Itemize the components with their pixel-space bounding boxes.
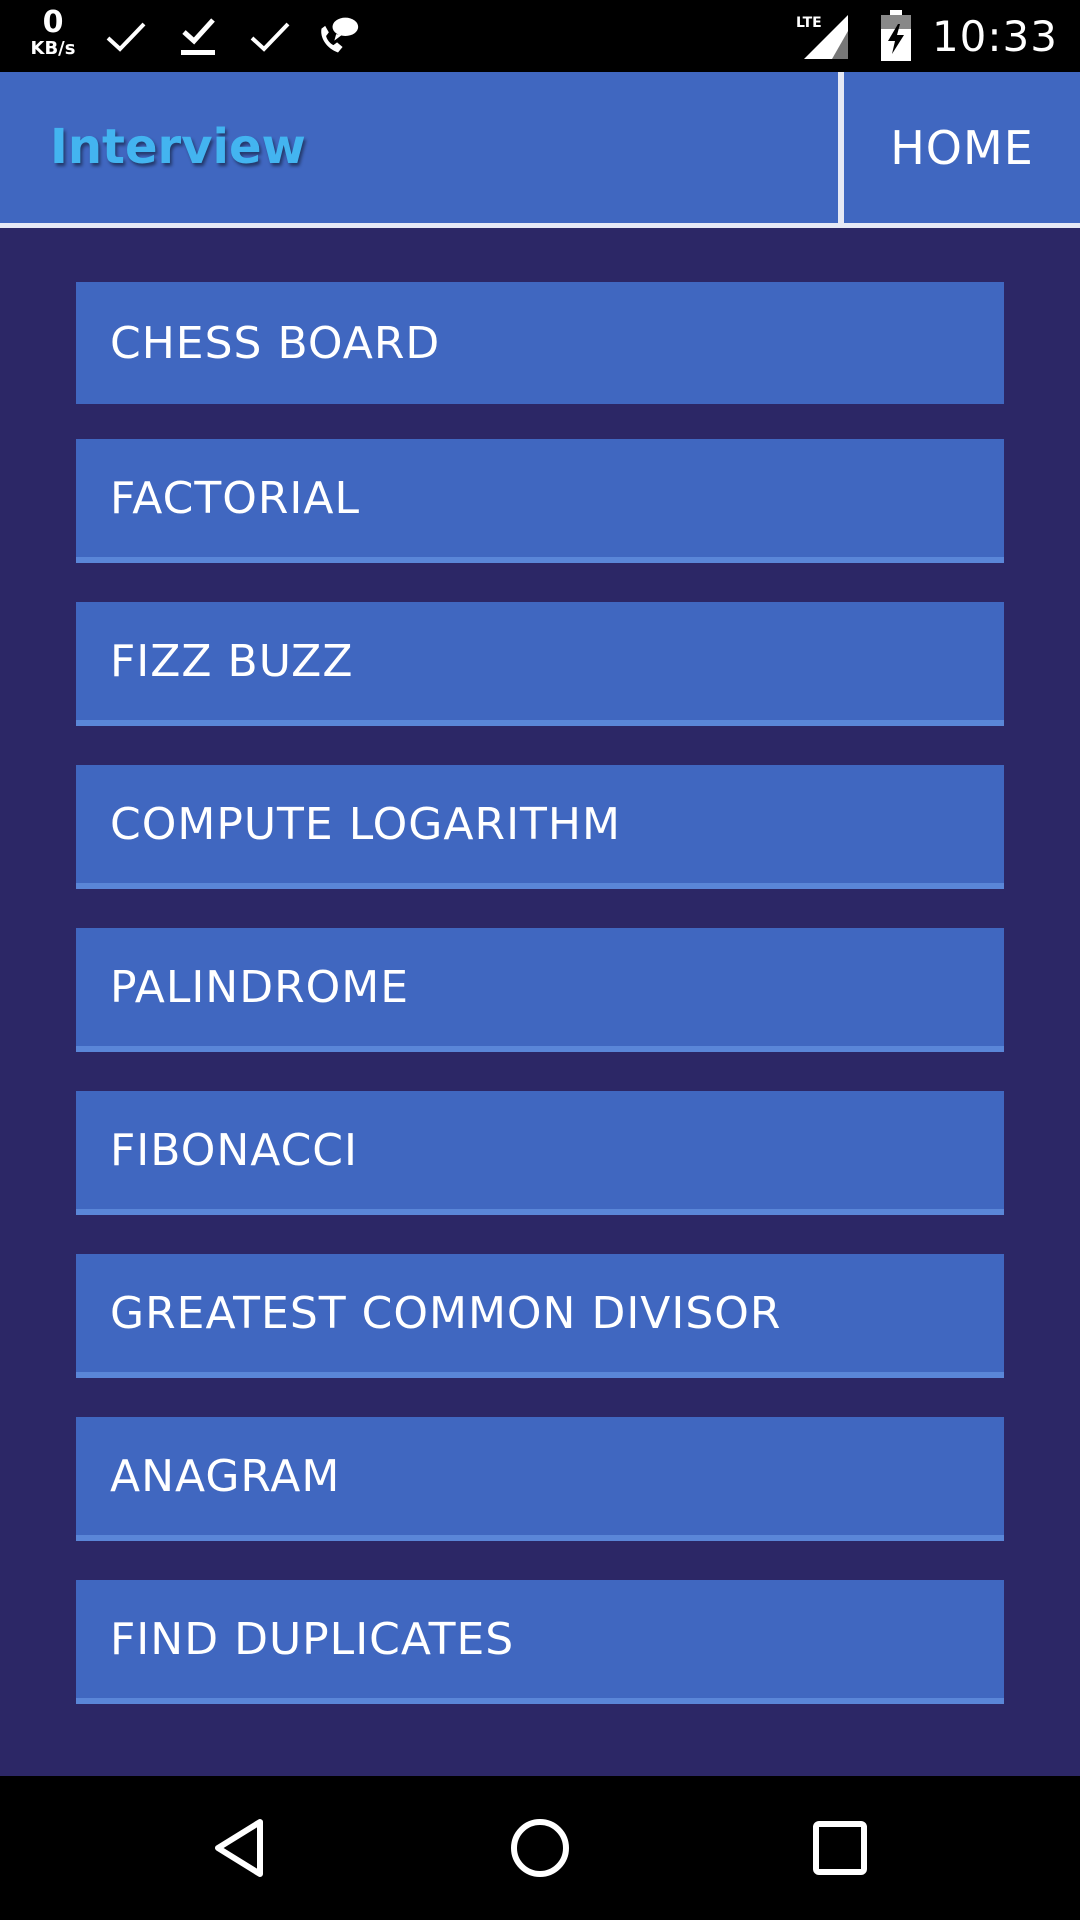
greatest-common-divisor-button[interactable]: GREATEST COMMON DIVISOR (76, 1254, 1004, 1378)
navigation-bar (0, 1776, 1080, 1920)
check-icon (106, 22, 146, 52)
check-icon (250, 22, 290, 52)
factorial-button[interactable]: FACTORIAL (76, 439, 1004, 563)
fibonacci-button[interactable]: FIBONACCI (76, 1091, 1004, 1215)
home-button[interactable]: HOME (844, 72, 1080, 223)
lte-signal-icon: LTE (796, 15, 848, 59)
palindrome-button[interactable]: PALINDROME (76, 928, 1004, 1052)
fizz-buzz-button[interactable]: FIZZ BUZZ (76, 602, 1004, 726)
battery-charging-icon (880, 10, 911, 61)
network-type-label: LTE (796, 15, 822, 31)
find-duplicates-button[interactable]: FIND DUPLICATES (76, 1580, 1004, 1704)
anagram-button[interactable]: ANAGRAM (76, 1417, 1004, 1541)
network-speed-value: 0 (42, 5, 64, 40)
download-done-icon (181, 18, 215, 55)
recents-icon[interactable] (804, 1812, 876, 1884)
network-speed-unit: KB/s (30, 38, 76, 59)
status-bar: 0 KB/s LTE 10:33 (0, 0, 1080, 72)
home-icon[interactable] (504, 1812, 576, 1884)
back-icon[interactable] (204, 1812, 276, 1884)
network-speed-indicator: 0 KB/s (26, 8, 80, 58)
app-title: Interview (50, 119, 306, 175)
menu-list: CHESS BOARD FACTORIAL FIZZ BUZZ COMPUTE … (76, 282, 1004, 1743)
clock: 10:33 (931, 11, 1058, 61)
chess-board-button[interactable]: CHESS BOARD (76, 282, 1004, 404)
compute-logarithm-button[interactable]: COMPUTE LOGARITHM (76, 765, 1004, 889)
missed-call-icon (321, 17, 359, 53)
app-bar: Interview HOME (0, 72, 1080, 228)
